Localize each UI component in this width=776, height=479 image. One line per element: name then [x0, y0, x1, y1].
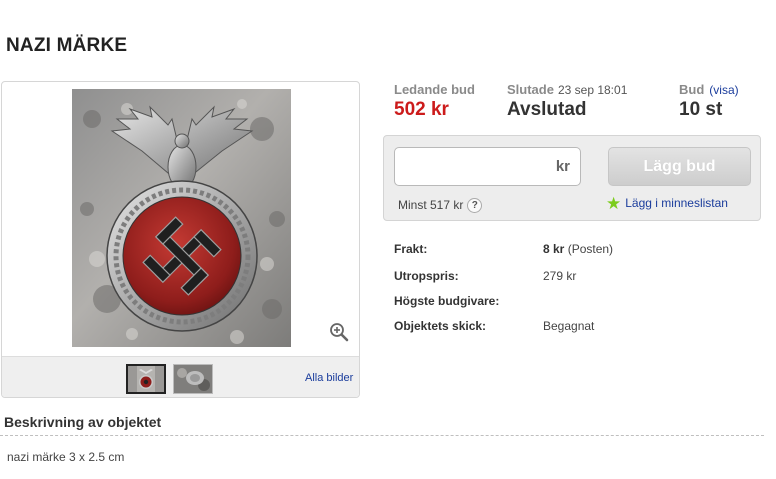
shipping-value: 8 kr (Posten) [543, 242, 613, 256]
thumbnail-strip: Alla bilder [2, 356, 359, 397]
detail-top-bidder: Högste budgivare: [394, 294, 764, 312]
ended-status: Avslutad [507, 99, 587, 120]
thumbnail-side[interactable] [173, 364, 213, 394]
bid-currency: kr [555, 158, 570, 175]
help-icon[interactable]: ? [467, 198, 483, 214]
detail-shipping: Frakt: 8 kr (Posten) [394, 242, 764, 260]
magnifier-plus-icon [330, 323, 349, 342]
start-price-value: 279 kr [543, 269, 577, 283]
add-to-watchlist-link[interactable]: ★ Lägg i minneslistan [606, 193, 728, 213]
emblem-badge-photo [72, 89, 291, 347]
top-bidder-label: Högste budgivare: [394, 294, 500, 308]
description-heading: Beskrivning av objektet [4, 414, 162, 430]
bid-input-wrapper: kr [394, 147, 581, 186]
ended-label-text: Slutade [507, 82, 554, 97]
bid-box: kr Lägg bud Minst 517 kr? ★ Lägg i minnes… [383, 135, 761, 221]
bid-amount-input[interactable] [395, 148, 545, 185]
main-product-image[interactable] [72, 89, 291, 347]
ended-date: 23 sep 18:01 [557, 83, 628, 97]
watchlist-label: Lägg i minneslistan [625, 196, 728, 210]
description-text: nazi märke 3 x 2.5 cm [7, 450, 125, 464]
leading-bid-label: Ledande bud [394, 82, 475, 97]
star-icon: ★ [606, 193, 622, 213]
minimum-bid: Minst 517 kr? [398, 198, 483, 214]
thumbnail-front[interactable] [126, 364, 166, 394]
ended-label: Slutade 23 sep 18:01 [507, 82, 627, 97]
all-images-link[interactable]: Alla bilder [305, 372, 353, 384]
leading-bid-value: 502 kr [394, 99, 449, 120]
place-bid-button[interactable]: Lägg bud [608, 147, 751, 186]
shipping-price: 8 kr [543, 242, 565, 256]
shipping-label: Frakt: [394, 242, 428, 256]
minimum-bid-text: Minst 517 kr [398, 198, 464, 212]
zoom-icon[interactable] [329, 322, 349, 342]
bid-count: 10 st [679, 99, 723, 120]
start-price-label: Utropspris: [394, 269, 459, 283]
image-gallery: Alla bilder [1, 81, 360, 398]
condition-label: Objektets skick: [394, 319, 487, 333]
bids-label: Bud (visa) [679, 82, 739, 97]
description-divider [0, 435, 764, 436]
page-title: NAZI MÄRKE [6, 35, 128, 56]
show-bids-link[interactable]: (visa) [709, 83, 738, 97]
shipping-method: (Posten) [567, 242, 614, 256]
detail-start-price: Utropspris: 279 kr [394, 269, 764, 287]
bids-label-text: Bud [679, 82, 705, 97]
condition-value: Begagnat [543, 319, 595, 333]
detail-condition: Objektets skick: Begagnat [394, 319, 764, 337]
